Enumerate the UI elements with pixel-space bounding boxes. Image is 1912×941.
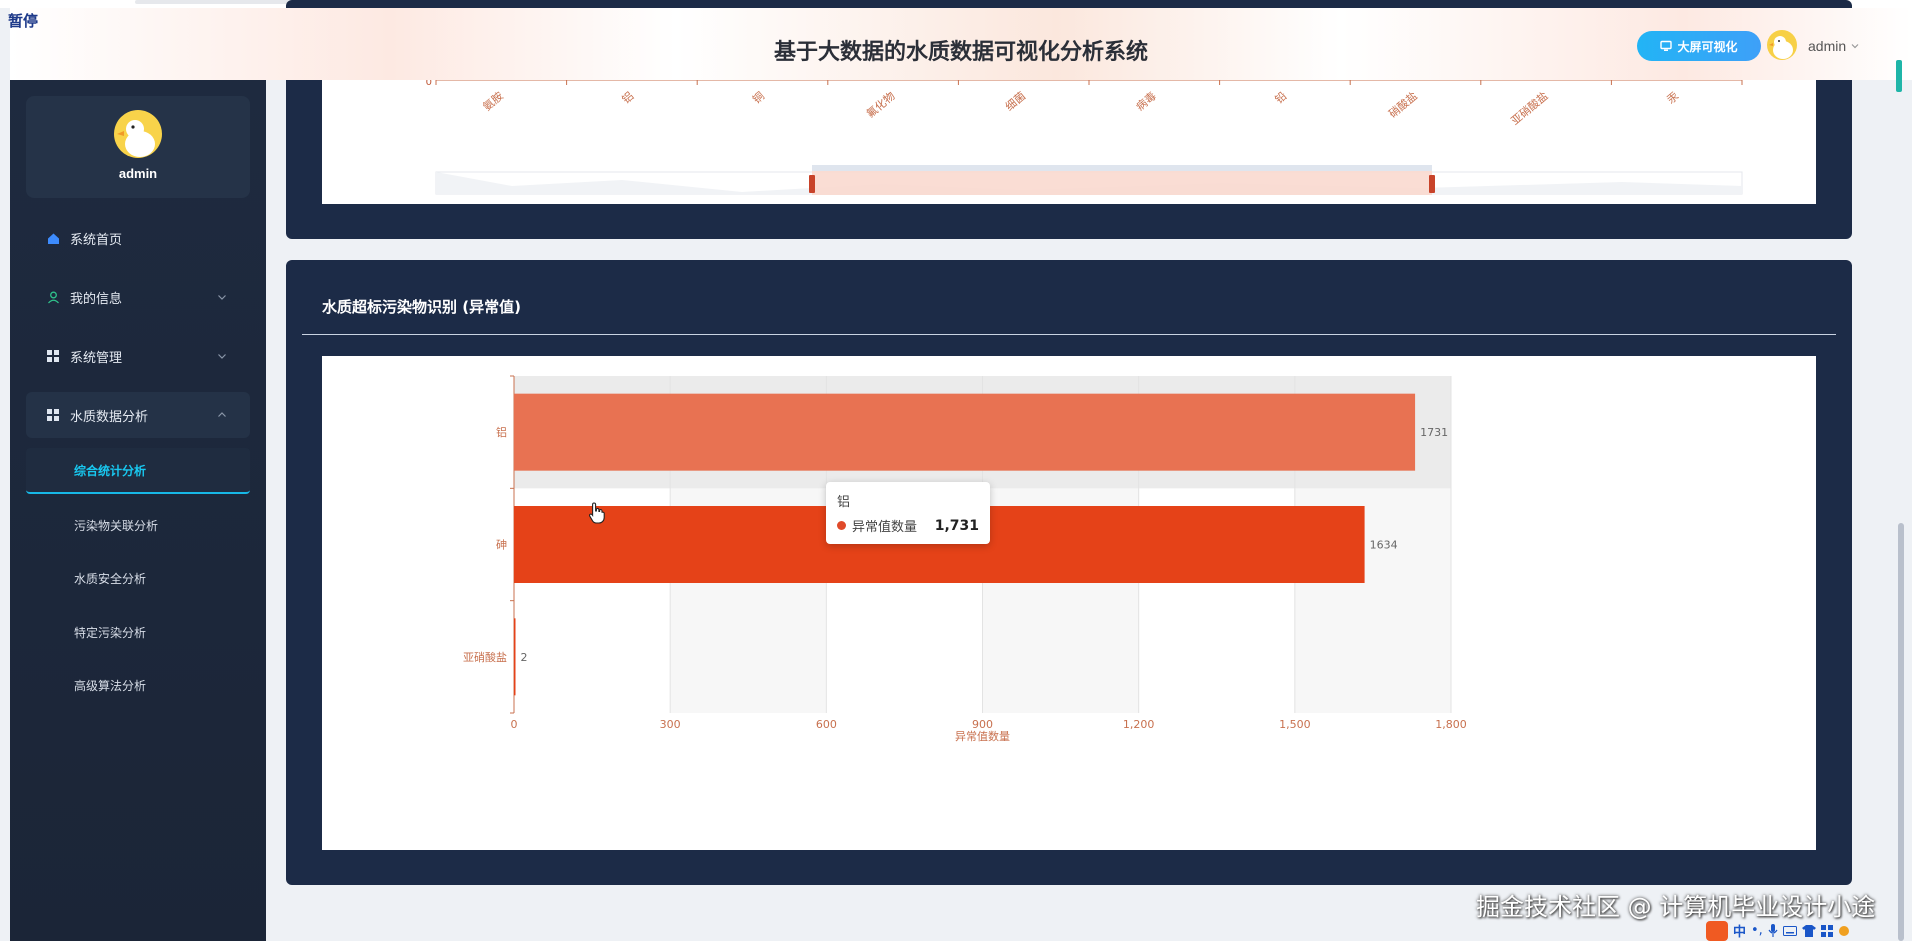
top-axis-label: 铜 — [750, 89, 767, 107]
pause-label: 暂停 — [8, 12, 39, 30]
bigscreen-button[interactable]: 大屏可视化 — [1637, 31, 1761, 61]
app-header: 基于大数据的水质数据可视化分析系统 大屏可视化 admin — [10, 8, 1912, 80]
page-scrollbar[interactable] — [1898, 523, 1904, 941]
sidebar-item-label: 我的信息 — [70, 291, 123, 307]
top-axis-label: 硝酸盐 — [1386, 89, 1420, 121]
top-chart-svg: 0 氨胺 铝 铜 氟化物 细菌 病毒 铅 硝酸盐 亚硝酸盐 汞 — [426, 77, 1743, 195]
tooltip-value: 1,731 — [934, 517, 979, 534]
sidebar-item-label: 水质数据分析 — [70, 409, 149, 425]
avatar[interactable] — [1767, 30, 1797, 60]
bar-value-label: 1634 — [1370, 539, 1398, 552]
sidebar-subitem-advanced-algorithm[interactable]: 高级算法分析 — [26, 662, 250, 708]
microphone-icon — [1768, 923, 1778, 937]
x-tick-label: 600 — [816, 718, 837, 731]
sidebar-subitem-correlation[interactable]: 污染物关联分析 — [26, 502, 250, 548]
hand-cursor-icon — [589, 502, 605, 524]
apps-grid-icon — [1820, 924, 1833, 937]
shirt-icon — [1801, 924, 1816, 937]
top-axis-label: 氨胺 — [480, 89, 506, 114]
punctuation-icon: •, — [1751, 923, 1763, 938]
outlier-chart-area: 0 300 600 900 1,200 1,500 1,800 异常值数量铝 1731 砷 1634… — [322, 356, 1816, 850]
chart-tooltip: 铝 异常值数量 1,731 — [826, 482, 990, 544]
sidebar-item-label: 系统首页 — [70, 232, 123, 248]
username: admin — [1808, 38, 1847, 54]
y-category-label: 铝 — [496, 425, 507, 439]
tooltip-row: 异常值数量 1,731 — [837, 516, 979, 535]
grid-icon — [46, 349, 60, 363]
profile-name: admin — [118, 166, 158, 181]
user-icon — [46, 290, 60, 304]
profile-avatar — [114, 110, 162, 158]
x-axis-title: 异常值数量 — [955, 730, 1010, 743]
x-tick-label: 1,200 — [1123, 718, 1155, 731]
datazoom-left-handle[interactable] — [809, 175, 815, 193]
sidebar: admin 系统首页 我的信息 系统管理 水质数据分析 综合统计分析 污染物关联… — [10, 80, 266, 941]
top-axis-label: 铝 — [619, 89, 636, 107]
sogou-icon — [1706, 920, 1728, 941]
x-tick-label: 0 — [511, 718, 518, 731]
ime-lang[interactable]: 中 — [1733, 921, 1746, 940]
chevron-down-icon — [1851, 44, 1859, 49]
bar-value-label: 1731 — [1420, 426, 1448, 439]
top-axis-label: 铅 — [1272, 89, 1289, 107]
profile-card: admin — [26, 96, 250, 198]
sidebar-subitem-specific-pollution[interactable]: 特定污染分析 — [26, 609, 250, 655]
page-title: 基于大数据的水质数据可视化分析系统 — [773, 40, 1148, 65]
side-handle[interactable] — [1896, 60, 1902, 92]
chevron-down-icon — [218, 295, 226, 300]
chevron-down-icon — [218, 354, 226, 359]
top-chart-area: 0 氨胺 铝 铜 氟化物 细菌 病毒 铅 硝酸盐 亚硝酸盐 汞 — [322, 77, 1816, 204]
outlier-panel: 水质超标污染物识别 (异常值) 0 300 600 900 1,200 1,500 1,80… — [286, 260, 1852, 885]
grid-icon — [46, 408, 60, 422]
bigscreen-button-label: 大屏可视化 — [1677, 39, 1738, 54]
sidebar-item-home[interactable]: 系统首页 — [26, 215, 250, 261]
top-axis-label: 汞 — [1664, 89, 1681, 106]
sidebar-item-my-info[interactable]: 我的信息 — [26, 274, 250, 320]
top-axis-label: 病毒 — [1133, 89, 1159, 114]
ime-toolbar[interactable]: 中 •, — [1706, 920, 1912, 941]
top-axis-label: 细菌 — [1003, 89, 1028, 113]
sidebar-item-system-management[interactable]: 系统管理 — [26, 333, 250, 379]
y-category-label: 亚硝酸盐 — [463, 650, 507, 664]
watermark: 掘金技术社区 @ 计算机毕业设计小途 — [1476, 893, 1876, 921]
top-axis-zero: 0 — [426, 80, 432, 88]
top-axis-label: 亚硝酸盐 — [1508, 89, 1551, 128]
user-menu[interactable]: admin — [1808, 38, 1860, 54]
sidebar-subitem-safety[interactable]: 水质安全分析 — [26, 555, 250, 601]
tooltip-series-dot — [837, 521, 846, 530]
top-axis-label: 氟化物 — [863, 89, 897, 121]
outlier-bar-chart[interactable]: 0 300 600 900 1,200 1,500 1,800异常值数量铝 1731砷 1634… — [322, 356, 1816, 850]
chevron-up-icon — [218, 412, 226, 417]
datazoom-selection[interactable] — [812, 171, 1432, 195]
datazoom-right-handle[interactable] — [1429, 175, 1435, 193]
sidebar-item-label: 系统管理 — [70, 350, 123, 366]
panel-title: 水质超标污染物识别 (异常值) — [322, 298, 521, 316]
bar — [514, 618, 516, 696]
y-category-label: 砷 — [496, 539, 507, 552]
keyboard-icon — [1782, 925, 1797, 936]
monitor-icon — [1660, 40, 1673, 51]
sidebar-subitem-comprehensive[interactable]: 综合统计分析 — [26, 448, 250, 494]
tooltip-series-name: 异常值数量 — [852, 520, 918, 535]
skin-icon — [1838, 925, 1849, 936]
sidebar-item-water-analysis[interactable]: 水质数据分析 — [26, 392, 250, 438]
panel-divider — [302, 334, 1836, 335]
home-icon — [46, 231, 60, 245]
x-tick-label: 1,500 — [1279, 718, 1311, 731]
x-tick-label: 300 — [660, 718, 681, 731]
bar — [514, 393, 1416, 471]
bar-value-label: 2 — [521, 651, 528, 664]
datazoom-top-band — [812, 165, 1432, 171]
tooltip-title: 铝 — [837, 495, 851, 510]
x-tick-label: 1,800 — [1435, 718, 1467, 731]
